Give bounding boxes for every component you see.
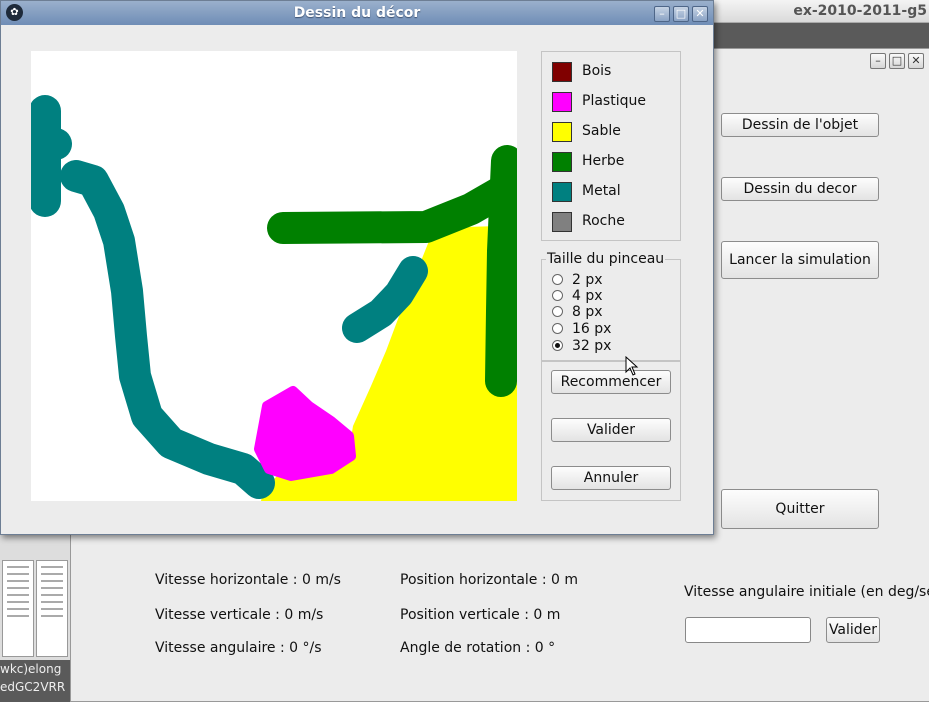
material-metal[interactable]: Metal bbox=[552, 182, 677, 202]
brush-size-group: Taille du pinceau 2 px 4 px 8 px 16 px 3… bbox=[541, 251, 681, 361]
quitter-button[interactable]: Quitter bbox=[721, 489, 879, 529]
maximize-icon[interactable]: □ bbox=[673, 6, 689, 22]
grass-stroke-horizontal bbox=[267, 165, 533, 244]
close-icon[interactable]: ✕ bbox=[908, 53, 924, 69]
background-window-title: ex-2010-2011-g5 bbox=[793, 3, 927, 19]
roche-label: Roche bbox=[582, 213, 625, 229]
lancer-simulation-button[interactable]: Lancer la simulation bbox=[721, 241, 879, 279]
brush-option-label: 16 px bbox=[572, 321, 612, 337]
brush-option-label: 8 px bbox=[572, 304, 603, 320]
herbe-label: Herbe bbox=[582, 153, 625, 169]
brush-option-label: 4 px bbox=[572, 288, 603, 304]
angular-speed-label: Vitesse angulaire initiale (en deg/sec bbox=[684, 584, 929, 600]
brush-option-16px[interactable]: 16 px bbox=[552, 321, 662, 337]
brush-option-2px[interactable]: 2 px bbox=[552, 272, 662, 288]
dialog-titlebar[interactable]: ✿ Dessin du décor – □ ✕ bbox=[1, 1, 713, 25]
brush-option-label: 32 px bbox=[572, 338, 612, 354]
dialog-title: Dessin du décor bbox=[293, 5, 421, 21]
bois-swatch bbox=[552, 62, 572, 82]
minimize-icon[interactable]: – bbox=[870, 53, 886, 69]
main-window-controls: – □ ✕ bbox=[867, 52, 924, 69]
dessin-decor-dialog: ✿ Dessin du décor – □ ✕ Bois Plastique S… bbox=[0, 0, 714, 535]
metal-label: Metal bbox=[582, 183, 621, 199]
radio-icon bbox=[552, 274, 563, 285]
radio-icon bbox=[552, 290, 563, 301]
maximize-icon[interactable]: □ bbox=[889, 53, 905, 69]
roche-swatch bbox=[552, 212, 572, 232]
vitesse-angulaire-label: Vitesse angulaire : 0 °/s bbox=[155, 640, 322, 656]
annuler-button[interactable]: Annuler bbox=[551, 466, 671, 490]
grass-stroke-vertical bbox=[485, 145, 523, 397]
material-herbe[interactable]: Herbe bbox=[552, 152, 677, 172]
herbe-swatch bbox=[552, 152, 572, 172]
material-palette: Bois Plastique Sable Herbe Metal Roche bbox=[541, 51, 681, 241]
plastique-label: Plastique bbox=[582, 93, 646, 109]
position-horizontale-label: Position horizontale : 0 m bbox=[400, 572, 579, 588]
brush-size-title: Taille du pinceau bbox=[546, 251, 666, 267]
bois-label: Bois bbox=[582, 63, 612, 79]
material-roche[interactable]: Roche bbox=[552, 212, 677, 232]
angle-rotation-label: Angle de rotation : 0 ° bbox=[400, 640, 556, 656]
radio-selected-icon bbox=[552, 340, 563, 351]
recommencer-button[interactable]: Recommencer bbox=[551, 370, 671, 394]
dialog-window-controls: – □ ✕ bbox=[651, 5, 708, 22]
desktop-file-label[interactable]: wkc)elong edGC2VRR bbox=[0, 660, 70, 700]
background-window-titlebar: ex-2010-2011-g5 bbox=[700, 0, 929, 23]
material-plastique[interactable]: Plastique bbox=[552, 92, 677, 112]
sable-swatch bbox=[552, 122, 572, 142]
dessin-decor-button[interactable]: Dessin du decor bbox=[721, 177, 879, 201]
radio-icon bbox=[552, 323, 563, 334]
brush-option-label: 2 px bbox=[572, 272, 603, 288]
minimize-icon[interactable]: – bbox=[654, 6, 670, 22]
angular-speed-input[interactable] bbox=[685, 617, 811, 643]
drawing-canvas[interactable] bbox=[29, 51, 533, 501]
sable-label: Sable bbox=[582, 123, 621, 139]
close-icon[interactable]: ✕ bbox=[692, 6, 708, 22]
material-sable[interactable]: Sable bbox=[552, 122, 677, 142]
dessin-objet-button[interactable]: Dessin de l'objet bbox=[721, 113, 879, 137]
metal-stroke-main bbox=[29, 95, 275, 499]
vitesse-horizontale-label: Vitesse horizontale : 0 m/s bbox=[155, 572, 341, 588]
angular-valider-button[interactable]: Valider bbox=[826, 617, 880, 643]
vitesse-verticale-label: Vitesse verticale : 0 m/s bbox=[155, 607, 324, 623]
valider-button[interactable]: Valider bbox=[551, 418, 671, 442]
brush-option-4px[interactable]: 4 px bbox=[552, 288, 662, 304]
plastique-swatch bbox=[552, 92, 572, 112]
position-verticale-label: Position verticale : 0 m bbox=[400, 607, 561, 623]
plastic-blob bbox=[254, 386, 356, 481]
material-bois[interactable]: Bois bbox=[552, 62, 677, 82]
brush-option-8px[interactable]: 8 px bbox=[552, 304, 662, 320]
desktop-document-thumbnail[interactable] bbox=[0, 535, 70, 660]
mouse-pointer-icon bbox=[625, 356, 639, 376]
drawing-strokes bbox=[29, 95, 533, 501]
dialog-action-group: Recommencer Valider Annuler bbox=[541, 361, 681, 501]
metal-swatch bbox=[552, 182, 572, 202]
radio-icon bbox=[552, 306, 563, 317]
brush-option-32px[interactable]: 32 px bbox=[552, 338, 662, 354]
